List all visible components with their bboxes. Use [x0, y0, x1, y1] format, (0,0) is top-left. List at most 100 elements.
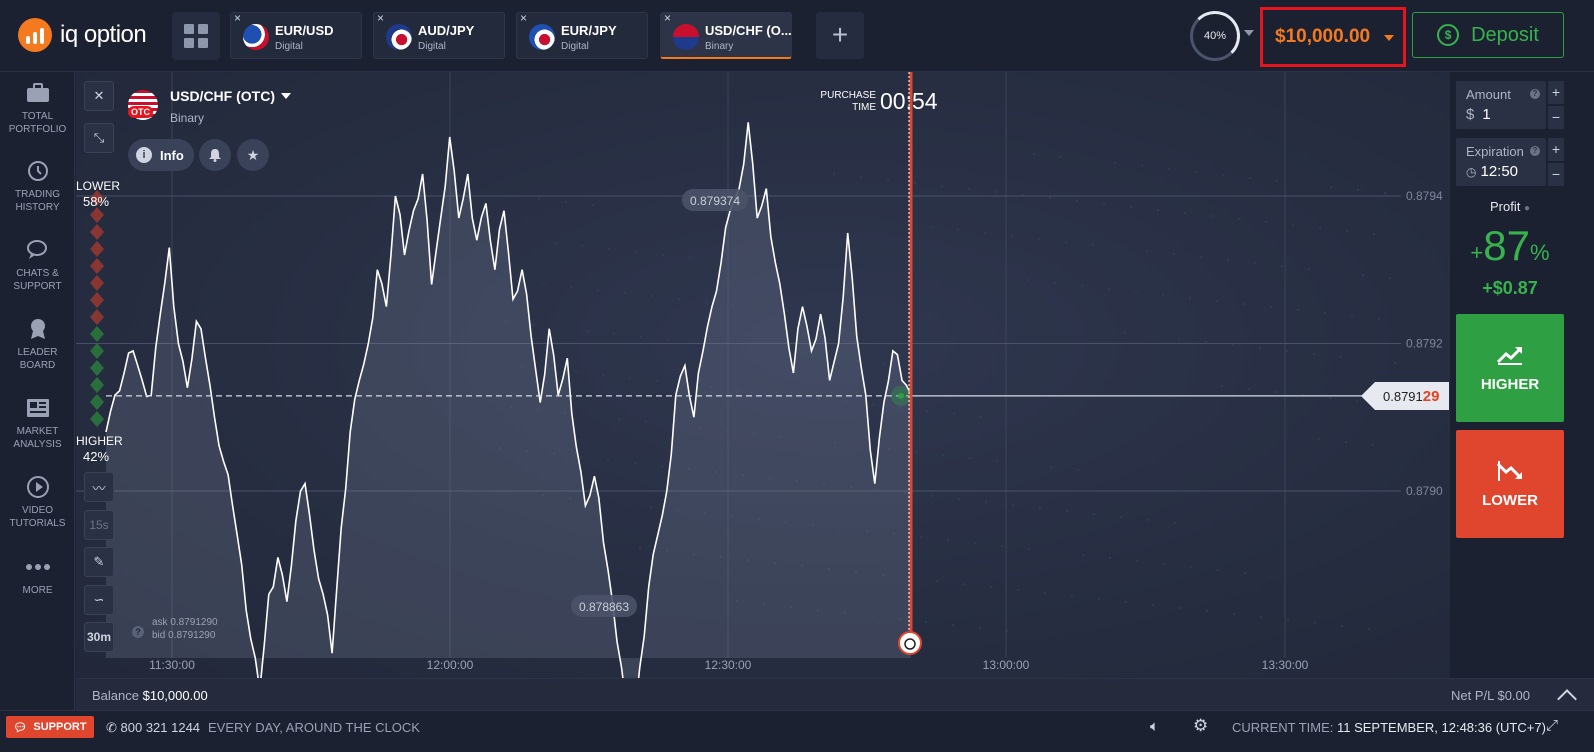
- flag-icon: [243, 24, 269, 50]
- higher-label: HIGHER: [1480, 375, 1540, 393]
- info-button[interactable]: i Info: [128, 139, 194, 171]
- close-icon: ✕: [93, 88, 105, 103]
- asset-tab-eurusd[interactable]: × EUR/USD Digital: [230, 11, 362, 59]
- purchase-time-label: PURCHASE TIME: [820, 90, 876, 113]
- sentiment-marker: [90, 343, 104, 359]
- asset-title[interactable]: USD/CHF (OTC): [170, 88, 275, 104]
- logo[interactable]: iq option: [18, 18, 147, 52]
- help-icon[interactable]: ?: [1530, 89, 1540, 99]
- expiration-increase-button[interactable]: +: [1548, 138, 1564, 161]
- medal-icon: [25, 318, 51, 340]
- help-icon[interactable]: ?: [1530, 146, 1540, 156]
- more-icon: [25, 556, 51, 578]
- deposit-button[interactable]: $ Deposit: [1412, 12, 1564, 58]
- x-tick-label: 11:30:00: [149, 658, 195, 672]
- sentiment-marker: [90, 292, 104, 308]
- sentiment-marker: [90, 309, 104, 325]
- progress-ring[interactable]: 40%: [1190, 11, 1240, 61]
- volume-icon[interactable]: 🔈︎: [1150, 718, 1159, 735]
- asset-grid-button[interactable]: [172, 12, 220, 60]
- collapse-button[interactable]: ⤡: [84, 123, 114, 153]
- amount-input[interactable]: $1: [1466, 106, 1536, 123]
- sentiment-marker: [90, 394, 104, 410]
- info-icon: i: [136, 147, 152, 163]
- asset-tab-kind: Digital: [561, 41, 589, 52]
- sentiment-marker: [90, 360, 104, 376]
- amount-increase-button[interactable]: +: [1548, 81, 1564, 104]
- profit-percent: +87%: [1470, 222, 1550, 269]
- sidebar-item-market-analysis[interactable]: MARKET ANALYSIS: [0, 397, 75, 451]
- add-tab-button[interactable]: +: [816, 12, 864, 59]
- asset-tab-name: EUR/JPY: [561, 23, 617, 38]
- footer: 💬︎ SUPPORT ✆ 800 321 1244 EVERY DAY, ARO…: [0, 710, 1594, 752]
- asset-tab-usdchf[interactable]: × USD/CHF (O... Binary: [660, 11, 792, 59]
- close-icon[interactable]: ×: [520, 11, 527, 25]
- expiration-field[interactable]: Expiration ? ◷ 12:50: [1456, 138, 1546, 186]
- play-icon: [25, 476, 51, 498]
- chevron-down-icon[interactable]: [281, 93, 291, 99]
- higher-sentiment: HIGHER 42%: [76, 434, 123, 464]
- close-icon[interactable]: ×: [664, 11, 671, 25]
- sentiment-marker: [90, 275, 104, 291]
- higher-button[interactable]: HIGHER: [1456, 314, 1564, 422]
- asset-tab-eurjpy[interactable]: × EUR/JPY Digital: [516, 11, 648, 59]
- close-chart-button[interactable]: ✕: [84, 81, 114, 111]
- fullscreen-icon[interactable]: ⤢: [1546, 717, 1558, 734]
- asset-flag-icon: OTC: [128, 90, 158, 120]
- sidebar-item-video-tutorials[interactable]: VIDEO TUTORIALS: [0, 476, 75, 530]
- flag-icon: [386, 24, 412, 50]
- lower-button[interactable]: LOWER: [1456, 430, 1564, 538]
- indicators-button[interactable]: ∽: [84, 585, 114, 615]
- balance-readout: Balance $10,000.00: [92, 688, 208, 703]
- asset-tab-kind: Digital: [418, 41, 446, 52]
- chart-area[interactable]: 11:30:00 12:00:00 12:30:00 13:00:00 13:30:00…: [76, 72, 1450, 678]
- close-icon[interactable]: ×: [234, 11, 241, 25]
- y-tick-label: 0.8790: [1406, 484, 1443, 498]
- sidebar-item-trading-history[interactable]: TRADING HISTORY: [0, 160, 75, 214]
- asset-tab-name: AUD/JPY: [418, 23, 475, 38]
- y-tick-label: 0.8794: [1406, 189, 1443, 203]
- draw-tool-button[interactable]: ✎: [84, 547, 114, 577]
- chart-type-button[interactable]: 〰: [84, 472, 114, 502]
- asset-tab-audjpy[interactable]: × AUD/JPY Digital: [373, 11, 505, 59]
- gear-icon[interactable]: ⚙: [1193, 716, 1208, 736]
- trend-up-icon: [1496, 346, 1523, 365]
- support-button[interactable]: 💬︎ SUPPORT: [6, 716, 94, 738]
- y-tick-label: 0.8792: [1406, 337, 1443, 351]
- sidebar-item-chats-support[interactable]: CHATS & SUPPORT: [0, 239, 75, 293]
- timeframe-label: 30m: [86, 630, 112, 644]
- balance-dropdown[interactable]: $10,000.00: [1260, 7, 1406, 67]
- timeframe-button[interactable]: 30m: [84, 622, 114, 652]
- timer-icon: [898, 631, 922, 655]
- progress-label: 40%: [1203, 30, 1227, 42]
- amount-field[interactable]: Amount ? $1: [1456, 81, 1546, 129]
- net-pl-readout: Net P/L $0.00: [1450, 688, 1530, 703]
- close-icon[interactable]: ×: [377, 11, 384, 25]
- x-tick-label: 13:30:00: [1262, 658, 1309, 672]
- flag-icon: [529, 24, 555, 50]
- asset-tab-kind: Binary: [705, 41, 734, 52]
- price-chart[interactable]: 11:30:00 12:00:00 12:30:00 13:00:00 13:30:00…: [76, 72, 1450, 678]
- sidebar-item-total-portfolio[interactable]: TOTAL PORTFOLIO: [0, 82, 75, 136]
- interval-label: 15s: [89, 518, 109, 532]
- help-icon[interactable]: ?: [132, 626, 144, 638]
- expiration-decrease-button[interactable]: −: [1548, 163, 1564, 186]
- high-price-label: 0.879374: [690, 194, 740, 208]
- lower-sentiment: LOWER 58%: [76, 179, 121, 209]
- sidebar-item-leader-board[interactable]: LEADER BOARD: [0, 318, 75, 372]
- help-icon[interactable]: ●: [1524, 203, 1530, 214]
- chevron-down-icon[interactable]: [1244, 30, 1254, 36]
- chevron-up-icon[interactable]: [1557, 689, 1577, 709]
- interval-button[interactable]: 15s: [84, 510, 114, 540]
- deposit-label: Deposit: [1471, 23, 1539, 46]
- x-tick-label: 13:00:00: [983, 658, 1030, 672]
- trend-down-icon: [1496, 460, 1523, 481]
- history-icon: [25, 160, 51, 182]
- support-phone[interactable]: ✆ 800 321 1244: [106, 720, 200, 736]
- sidebar-item-more[interactable]: MORE: [0, 556, 75, 597]
- expiration-input[interactable]: ◷ 12:50: [1466, 163, 1536, 180]
- alert-button[interactable]: [199, 139, 231, 171]
- amount-decrease-button[interactable]: −: [1548, 106, 1564, 129]
- favorite-button[interactable]: ★: [237, 139, 269, 171]
- sentiment-marker: [90, 411, 104, 427]
